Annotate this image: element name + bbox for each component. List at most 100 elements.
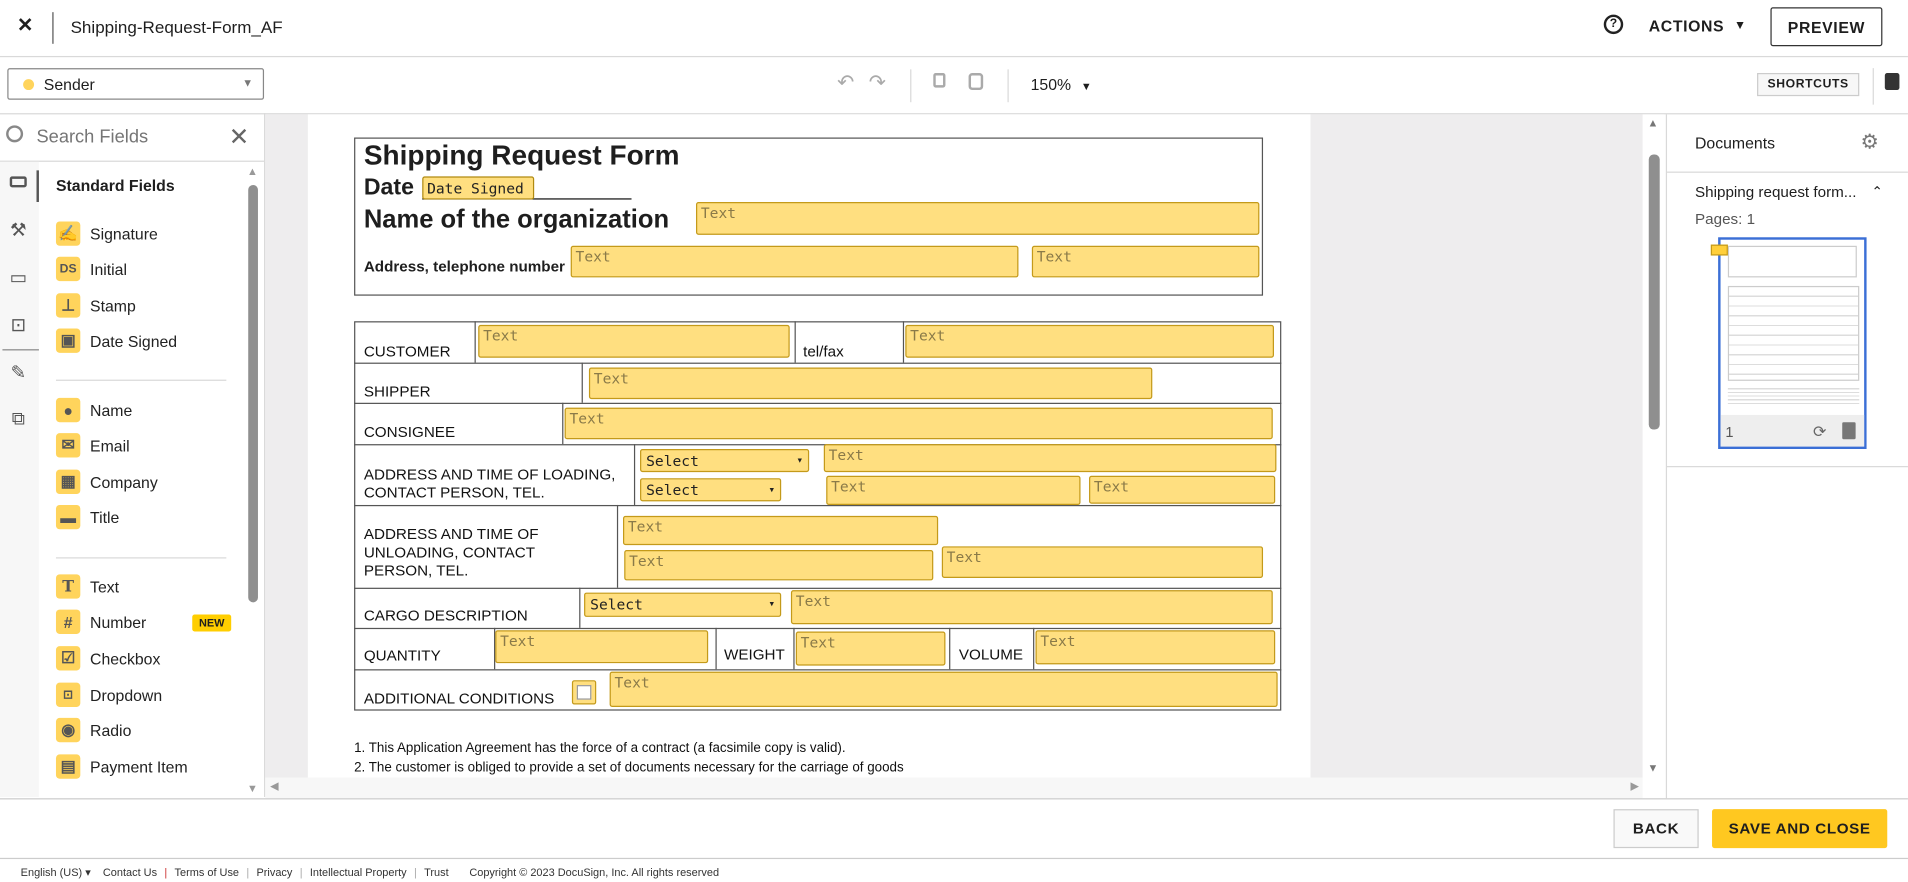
close-icon[interactable]: ✕	[17, 13, 33, 37]
envelope-icon: ✉	[55, 433, 81, 458]
documents-panel-icon[interactable]	[1884, 73, 1900, 91]
zoom-select[interactable]: 150% ▼	[1031, 75, 1092, 93]
page-thumbnail[interactable]: 1 ⟳	[1718, 237, 1867, 449]
field-label: Radio	[90, 721, 132, 740]
document-title: Shipping-Request-Form_AF	[70, 17, 283, 37]
sidebar-scroll-down[interactable]: ▼	[247, 782, 258, 794]
language-label: English (US)	[20, 866, 83, 879]
unloading-field-3[interactable]: Text	[941, 546, 1264, 578]
rail-certificate-icon[interactable]: ⊡	[7, 314, 29, 336]
cargo-field[interactable]: Text	[790, 590, 1273, 625]
scroll-right[interactable]: ▶	[1631, 780, 1639, 793]
canvas-hscrollbar[interactable]	[265, 777, 1643, 799]
volume-field[interactable]: Text	[1035, 630, 1276, 665]
telfax-field[interactable]: Text	[905, 324, 1274, 358]
scroll-down[interactable]: ▼	[1648, 762, 1659, 774]
radio-icon: ◉	[55, 717, 81, 743]
form-title: Shipping Request Form	[363, 138, 680, 171]
phone-text-field[interactable]: Text	[1031, 245, 1260, 278]
volume-label: VOLUME	[958, 646, 1024, 664]
section-title: Standard Fields	[55, 176, 175, 195]
sidebar-scroll-up[interactable]: ▲	[247, 165, 258, 177]
shipper-label: SHIPPER	[363, 383, 431, 401]
recipient-name: Sender	[43, 75, 95, 94]
rail-pencil-icon[interactable]: ✎	[7, 361, 29, 384]
help-icon[interactable]: ?	[1603, 14, 1624, 35]
redo-icon[interactable]: ↷	[869, 71, 886, 95]
gear-icon[interactable]: ⚙	[1860, 130, 1879, 154]
back-button[interactable]: BACK	[1613, 809, 1699, 849]
loading-select-1[interactable]: Select	[640, 448, 810, 473]
copy-icon[interactable]	[933, 73, 946, 88]
page-count: Pages: 1	[1695, 210, 1756, 228]
footer-link-privacy[interactable]: Privacy	[256, 866, 292, 879]
rail-standard-fields-icon[interactable]	[9, 176, 27, 188]
address-text-field[interactable]: Text	[570, 245, 1019, 278]
rotate-page-icon[interactable]: ⟳	[1813, 422, 1826, 441]
field-label: Signature	[90, 225, 158, 244]
consignee-field[interactable]: Text	[564, 407, 1273, 440]
recipient-select[interactable]: Sender ▼	[7, 68, 265, 100]
preview-button[interactable]: PREVIEW	[1770, 7, 1883, 47]
language-select[interactable]: English (US) ▾	[21, 866, 91, 879]
search-icon	[6, 125, 24, 143]
loading-field-2[interactable]: Text	[826, 475, 1081, 505]
delete-page-icon[interactable]	[1842, 422, 1856, 440]
field-label: Number	[90, 613, 147, 632]
shortcuts-button[interactable]: SHORTCUTS	[1757, 73, 1860, 97]
address-label: Address, telephone number	[363, 257, 565, 275]
loading-label: ADDRESS AND TIME OF LOADING, CONTACT PER…	[363, 466, 616, 502]
loading-field-3[interactable]: Text	[1089, 475, 1276, 504]
customer-field[interactable]: Text	[478, 324, 790, 358]
field-label: Title	[90, 508, 120, 527]
cargo-select[interactable]: Select	[584, 592, 782, 617]
dropdown-icon: ⊡	[55, 682, 81, 707]
documents-title: Documents	[1695, 133, 1776, 153]
icon-rail	[0, 161, 39, 798]
unloading-field-2[interactable]: Text	[624, 549, 934, 581]
quantity-field[interactable]: Text	[495, 630, 709, 664]
date-signed-field[interactable]: Date Signed	[422, 176, 535, 200]
chevron-down-icon: ▼	[1733, 18, 1747, 33]
customer-label: CUSTOMER	[363, 343, 451, 361]
rail-devices-icon[interactable]: ⧉	[7, 409, 29, 430]
person-icon: ●	[55, 397, 81, 423]
additional-label: ADDITIONAL CONDITIONS	[363, 689, 555, 707]
save-and-close-button[interactable]: SAVE AND CLOSE	[1712, 809, 1888, 849]
undo-icon[interactable]: ↶	[837, 71, 854, 95]
chevron-up-icon[interactable]: ⌃	[1871, 184, 1882, 200]
rail-cards-icon[interactable]: ▭	[7, 266, 29, 289]
loading-field-1[interactable]: Text	[823, 444, 1277, 473]
consignee-label: CONSIGNEE	[363, 423, 456, 441]
hash-icon: #	[55, 609, 81, 634]
footer-link-terms[interactable]: Terms of Use	[175, 866, 240, 879]
additional-field[interactable]: Text	[609, 671, 1278, 707]
footer-link-contact[interactable]: Contact Us	[103, 866, 157, 879]
additional-checkbox[interactable]	[571, 680, 597, 705]
org-text-field[interactable]: Text	[696, 201, 1260, 235]
clear-search-icon[interactable]: ✕	[229, 122, 249, 152]
new-badge: NEW	[192, 614, 232, 632]
field-label: Stamp	[90, 296, 136, 316]
shipper-field[interactable]: Text	[588, 367, 1153, 400]
recipient-color-dot	[23, 79, 35, 91]
field-label: Dropdown	[90, 686, 163, 705]
unloading-field-1[interactable]: Text	[623, 515, 939, 546]
footer: English (US) ▾ Contact Us | Terms of Use …	[20, 866, 720, 879]
rail-tools-icon[interactable]: ⚒	[7, 219, 29, 241]
footer-link-ip[interactable]: Intellectual Property	[310, 866, 407, 879]
telfax-label: tel/fax	[803, 343, 844, 361]
building-icon: ▦	[55, 469, 81, 495]
sidebar-scrollbar-thumb[interactable]	[248, 184, 258, 603]
scroll-up[interactable]: ▲	[1648, 117, 1659, 129]
canvas-scrollbar-thumb[interactable]	[1648, 154, 1660, 430]
paste-icon[interactable]	[968, 73, 984, 91]
loading-select-2[interactable]: Select	[640, 478, 782, 502]
weight-field[interactable]: Text	[795, 631, 946, 666]
document-name[interactable]: Shipping request form...	[1695, 184, 1856, 201]
scroll-left[interactable]: ◀	[270, 780, 278, 793]
footer-link-trust[interactable]: Trust	[424, 866, 449, 879]
actions-menu[interactable]: ACTIONS ▼	[1649, 15, 1747, 37]
search-fields-input[interactable]	[36, 121, 220, 151]
briefcase-icon: ▬	[55, 504, 81, 530]
